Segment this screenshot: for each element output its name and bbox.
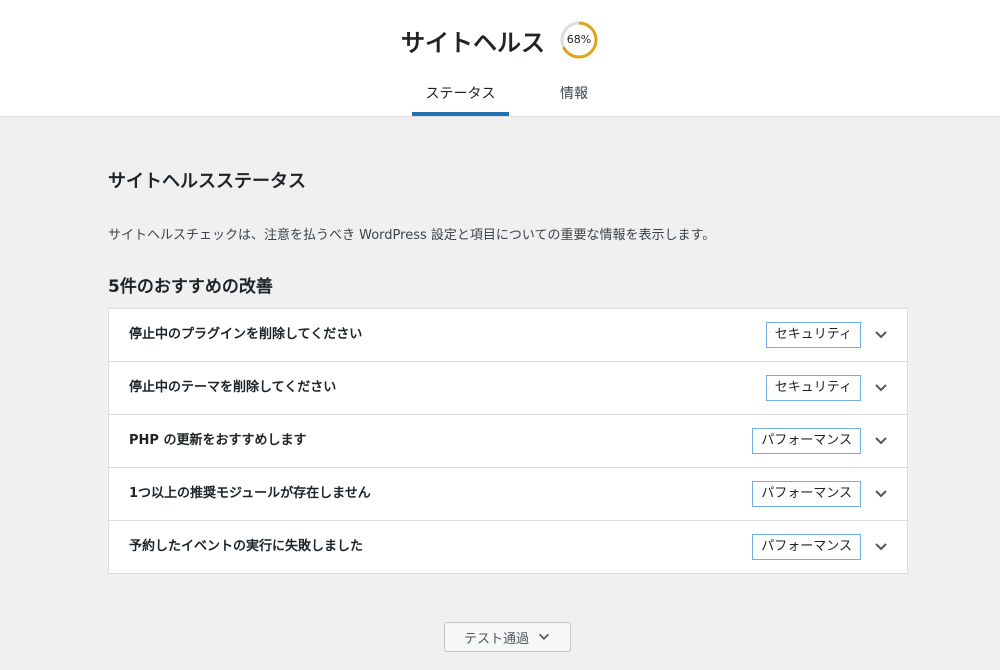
health-score-indicator: 68%	[559, 20, 599, 60]
health-score-value: 68%	[566, 33, 592, 46]
section-title: サイトヘルスステータス	[108, 171, 306, 192]
issue-item[interactable]: 停止中のプラグインを削除してください セキュリティ	[109, 309, 907, 362]
title-wrap: サイトヘルス 68%	[0, 18, 1000, 62]
chevron-down-icon[interactable]	[873, 380, 889, 396]
issue-label: PHP の更新をおすすめします	[129, 433, 307, 448]
passed-tests-label: テスト通過	[463, 631, 529, 647]
section-description: サイトヘルスチェックは、注意を払うべき WordPress 設定と項目についての…	[108, 228, 716, 243]
chevron-down-icon[interactable]	[873, 486, 889, 502]
issue-badge: セキュリティ	[765, 375, 861, 401]
issue-label: 予約したイベントの実行に失敗しました	[129, 539, 364, 554]
page-title: サイトヘルス	[401, 28, 545, 57]
issue-badge: パフォーマンス	[752, 481, 861, 507]
chevron-down-icon	[539, 633, 549, 640]
site-health-header: サイトヘルス 68% ステータス 情報	[0, 0, 1000, 117]
tab-info[interactable]: 情報	[535, 72, 613, 116]
issue-badge: セキュリティ	[765, 322, 861, 348]
issue-label: 停止中のプラグインを削除してください	[129, 327, 363, 342]
chevron-down-icon[interactable]	[873, 433, 889, 449]
issues-list: 停止中のプラグインを削除してください セキュリティ 停止中のテーマを削除してくだ…	[108, 308, 908, 574]
tab-status[interactable]: ステータス	[412, 72, 509, 116]
issue-item[interactable]: 停止中のテーマを削除してください セキュリティ	[109, 362, 907, 415]
issue-item[interactable]: 予約したイベントの実行に失敗しました パフォーマンス	[109, 521, 907, 573]
chevron-down-icon[interactable]	[873, 327, 889, 343]
issue-badge: パフォーマンス	[752, 428, 861, 454]
issue-item[interactable]: 1つ以上の推奨モジュールが存在しません パフォーマンス	[109, 468, 907, 521]
passed-tests-button[interactable]: テスト通過	[444, 622, 571, 652]
issue-badge: パフォーマンス	[752, 534, 861, 560]
recommended-count-title: 5件のおすすめの改善	[108, 277, 273, 297]
issue-label: 停止中のテーマを削除してください	[129, 380, 337, 395]
issue-item[interactable]: PHP の更新をおすすめします パフォーマンス	[109, 415, 907, 468]
chevron-down-icon[interactable]	[873, 539, 889, 555]
issue-label: 1つ以上の推奨モジュールが存在しません	[129, 486, 371, 501]
